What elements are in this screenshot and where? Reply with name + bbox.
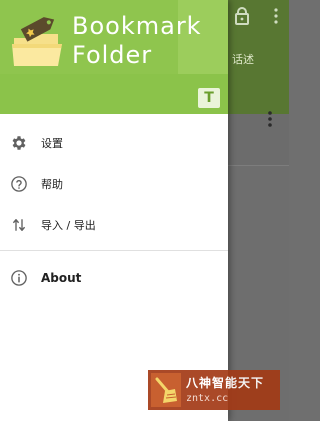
menu-item-help[interactable]: 帮助 (0, 163, 228, 204)
lock-icon (235, 7, 249, 25)
menu-item-label: About (41, 270, 82, 285)
gear-icon (12, 135, 26, 150)
watermark-url: zntx.cc (186, 393, 229, 404)
more-vert-icon (274, 8, 278, 24)
menu-item-settings[interactable]: 设置 (0, 122, 228, 163)
drawer-menu: 设置 帮助 导入 / 导出 About (0, 122, 228, 298)
header-badge-button[interactable]: T (198, 88, 220, 108)
navigation-drawer: Bookmark Folder T 设置 帮助 导入 / 导出 About (0, 0, 228, 421)
background-header-text: 话述 (232, 53, 254, 66)
background-list-row (228, 114, 289, 166)
watermark: 八神智能天下 zntx.cc (148, 370, 280, 410)
app-title-line1: Bookmark (72, 12, 202, 40)
menu-item-label: 导入 / 导出 (41, 218, 96, 232)
more-vert-icon (268, 111, 272, 127)
menu-item-about[interactable]: About (0, 257, 228, 298)
app-title: Bookmark Folder (72, 12, 222, 70)
help-circle-icon (11, 175, 27, 192)
menu-item-import-export[interactable]: 导入 / 导出 (0, 204, 228, 245)
broom-logo-icon (151, 373, 181, 407)
watermark-title: 八神智能天下 (186, 376, 265, 390)
app-title-line2: Folder (72, 41, 153, 69)
menu-item-label: 帮助 (41, 177, 63, 191)
drawer-header: Bookmark Folder T (0, 0, 228, 114)
info-icon (11, 269, 27, 286)
menu-item-label: 设置 (41, 136, 63, 150)
import-export-icon (13, 218, 25, 231)
menu-divider (0, 250, 228, 251)
bookmark-folder-logo-icon (12, 17, 62, 66)
